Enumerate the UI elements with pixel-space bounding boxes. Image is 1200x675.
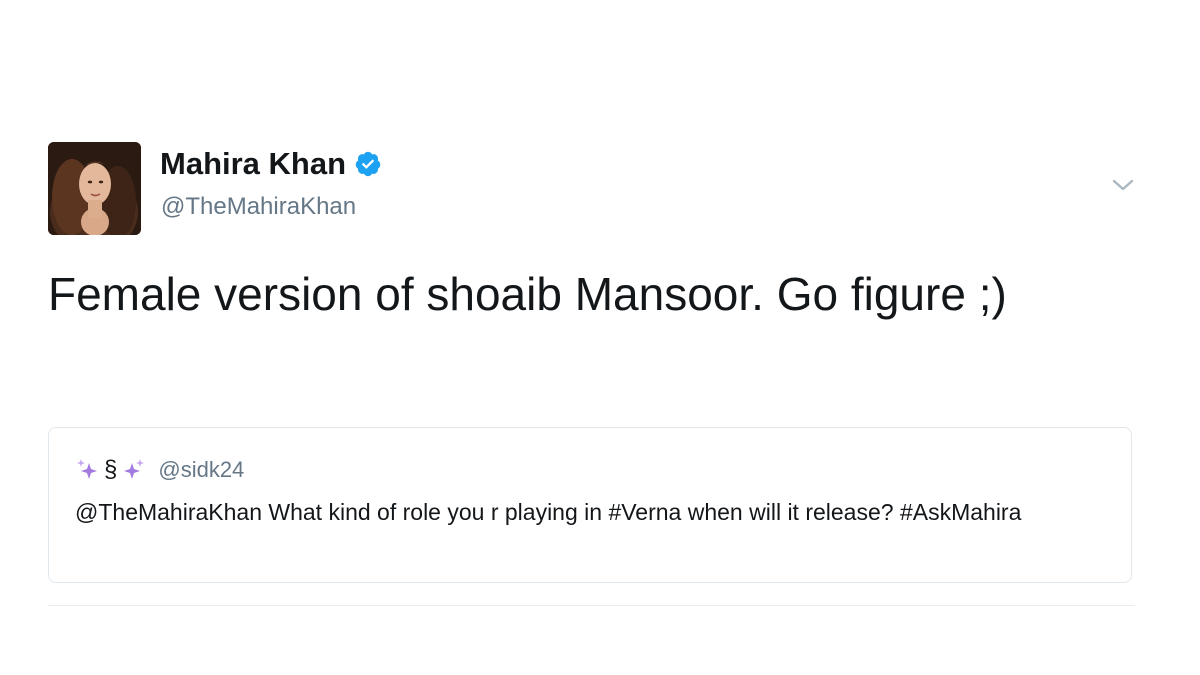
tweet-text: Female version of shoaib Mansoor. Go fig…	[48, 268, 1007, 320]
author-handle[interactable]: @TheMahiraKhan	[161, 192, 356, 222]
quoted-author-handle[interactable]: @sidk24	[158, 457, 244, 483]
sparkles-icon	[77, 459, 97, 479]
tweet-card: Mahira Khan @TheMahiraKhan Female versio…	[0, 0, 1200, 675]
quoted-tweet-header: § @sidk24	[75, 456, 244, 484]
verified-badge-icon	[355, 151, 381, 177]
divider	[48, 605, 1135, 606]
author-avatar[interactable]	[48, 142, 141, 235]
quoted-author-name[interactable]: §	[75, 456, 146, 484]
author-name[interactable]: Mahira Khan	[160, 146, 382, 182]
quoted-tweet-text: @TheMahiraKhan What kind of role you r p…	[75, 499, 1022, 525]
author-display-name[interactable]: Mahira Khan	[160, 146, 346, 182]
quoted-author-symbol: §	[104, 456, 118, 483]
chevron-down-icon[interactable]	[1108, 170, 1138, 200]
quoted-tweet[interactable]: § @sidk24 @TheMahiraKhan What kind of ro…	[48, 427, 1132, 583]
profile-photo	[48, 142, 141, 235]
sparkles-icon	[124, 459, 145, 479]
